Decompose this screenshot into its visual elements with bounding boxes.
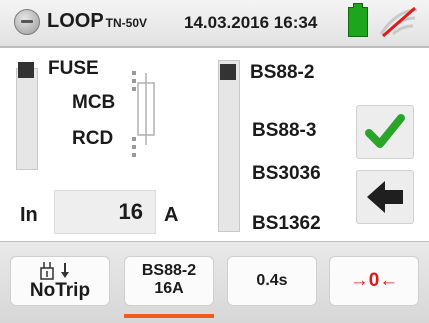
rated-current-unit: A (164, 204, 179, 226)
trip-time-label: 0.4s (256, 272, 288, 289)
header-bar: LOOP TN-50V 14.03.2016 16:34 (0, 0, 429, 48)
confirm-button[interactable] (356, 105, 414, 159)
characteristic-scroll-bar[interactable] (218, 60, 240, 232)
active-tab-indicator (124, 314, 214, 318)
page-title: LOOP TN-50V (47, 10, 147, 33)
characteristic-option-bs88-2[interactable]: BS88-2 (250, 62, 314, 84)
fuse-setting-current: 16A (154, 280, 184, 297)
rated-current-label: In (20, 204, 38, 226)
fuse-setting-type: BS88-2 (141, 262, 197, 279)
notrip-button[interactable]: NoTrip (10, 256, 110, 306)
back-button[interactable] (356, 170, 414, 224)
checkmark-icon (365, 114, 405, 148)
trip-time-button[interactable]: 0.4s (227, 256, 317, 306)
menu-icon[interactable] (14, 9, 40, 35)
title-subscript: TN-50V (105, 16, 148, 30)
back-arrow-icon (367, 181, 403, 213)
no-trip-icon (40, 262, 69, 280)
zero-calibration-label: →0← (349, 270, 399, 291)
characteristic-selection-marker (220, 64, 236, 80)
type-option-rcd[interactable]: RCD (72, 128, 113, 150)
rated-current-value: 16 (118, 199, 143, 224)
battery-icon (348, 3, 368, 37)
rated-current-field[interactable]: 16 (54, 190, 156, 234)
type-selection-marker (18, 62, 34, 78)
notrip-label: NoTrip (29, 280, 91, 301)
fuse-setting-button[interactable]: BS88-2 16A (124, 256, 214, 306)
type-option-mcb[interactable]: MCB (72, 92, 115, 114)
type-option-fuse[interactable]: FUSE (48, 58, 99, 80)
title-main: LOOP (47, 10, 104, 32)
characteristic-option-bs3036[interactable]: BS3036 (252, 163, 321, 185)
datetime: 14.03.2016 16:34 (184, 13, 318, 32)
characteristic-option-bs88-3[interactable]: BS88-3 (252, 120, 316, 142)
no-signal-icon (379, 6, 418, 38)
loop-test-screen: LOOP TN-50V 14.03.2016 16:34 FUSE MCB RCD… (0, 0, 429, 323)
characteristic-option-bs1362[interactable]: BS1362 (252, 213, 321, 235)
fuse-symbol-icon (132, 71, 155, 157)
zero-calibration-button[interactable]: →0← (329, 256, 419, 306)
type-scroll-bar[interactable] (16, 68, 38, 170)
